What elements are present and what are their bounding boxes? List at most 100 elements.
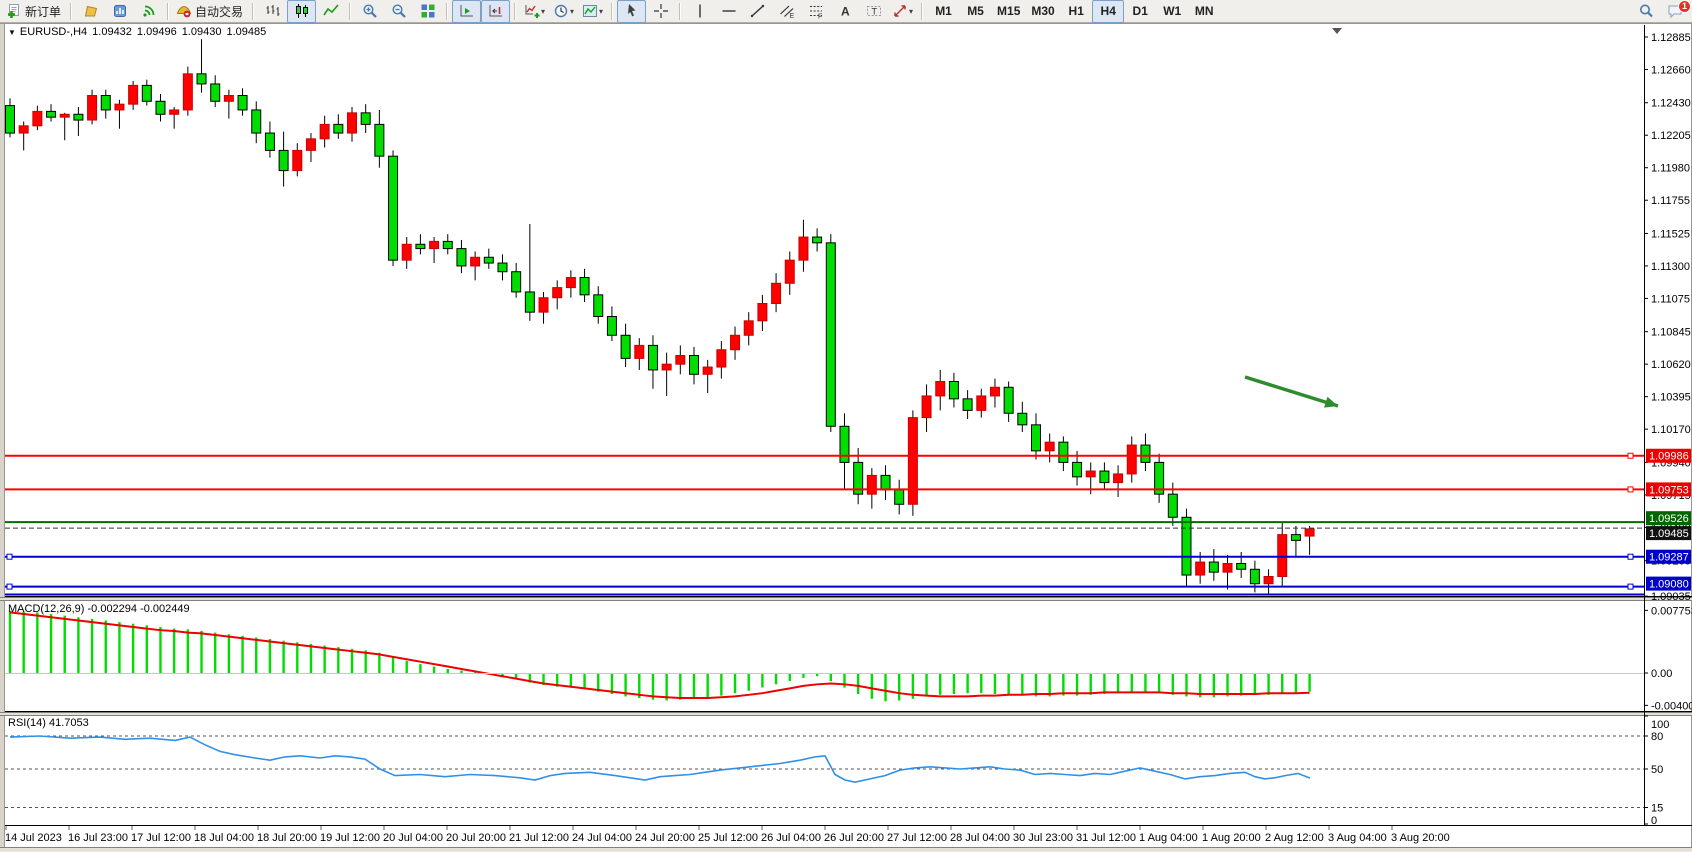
candlestick-chart-button[interactable] xyxy=(287,0,316,23)
price-line-label[interactable]: 1.09287 xyxy=(1646,550,1691,564)
toolbar-separator xyxy=(167,3,169,20)
svg-text:1.10620: 1.10620 xyxy=(1651,359,1691,371)
chat-button[interactable]: 1 xyxy=(1660,0,1689,23)
timeframe-mn-label: MN xyxy=(1195,4,1214,18)
line-icon xyxy=(323,3,339,19)
toolbar-separator xyxy=(679,3,681,20)
toolbar-separator xyxy=(514,3,516,20)
price-line-label[interactable]: 1.09485 xyxy=(1646,526,1691,540)
toolbar-separator xyxy=(70,3,72,20)
timeframe-m5[interactable]: M5 xyxy=(959,0,991,23)
date-label: 18 Jul 04:00 xyxy=(194,832,254,844)
dropdown-caret-icon: ▾ xyxy=(599,7,603,16)
timeframe-d1[interactable]: D1 xyxy=(1124,0,1156,23)
chart-shift-icon xyxy=(488,3,504,19)
price-chart-svg[interactable]: 1.128851.126601.124301.122051.119801.117… xyxy=(0,23,1692,851)
ohlc-values: 1.094321.094961.094301.09485 xyxy=(87,26,266,38)
arrows-button[interactable]: ▾ xyxy=(888,0,917,23)
price-line-label[interactable]: 1.09753 xyxy=(1646,482,1691,496)
toolbar-separator xyxy=(611,3,613,20)
timeframe-mn[interactable]: MN xyxy=(1188,0,1220,23)
close-value: 1.09485 xyxy=(226,26,266,38)
signals-button[interactable] xyxy=(134,0,163,23)
zoom-out-button[interactable] xyxy=(384,0,413,23)
zoom-in-button[interactable] xyxy=(355,0,384,23)
timeframe-h1-label: H1 xyxy=(1069,4,1084,18)
auto-scroll-icon xyxy=(459,3,475,19)
indicators-icon xyxy=(524,3,540,19)
crosshair-button[interactable] xyxy=(646,0,675,23)
date-label: 1 Aug 20:00 xyxy=(1202,832,1261,844)
timeframe-m1-label: M1 xyxy=(935,4,952,18)
macd-signal-line xyxy=(10,612,1310,698)
template-icon xyxy=(582,3,598,19)
date-label: 20 Jul 20:00 xyxy=(446,832,506,844)
periods-button[interactable]: ▾ xyxy=(549,0,578,23)
rsi-indicator-label: RSI(14) 41.7053 xyxy=(8,717,89,729)
bar-chart-button[interactable] xyxy=(258,0,287,23)
svg-text:1.11075: 1.11075 xyxy=(1651,293,1690,305)
toolbar-separator xyxy=(252,3,254,20)
channel-button[interactable]: E xyxy=(772,0,801,23)
svg-text:T: T xyxy=(871,7,877,17)
new-order-button-label: 新订单 xyxy=(25,3,61,20)
line-chart-button[interactable] xyxy=(316,0,345,23)
timeframe-h1[interactable]: H1 xyxy=(1060,0,1092,23)
text-button[interactable]: A xyxy=(830,0,859,23)
svg-text:1.09287: 1.09287 xyxy=(1649,552,1689,564)
svg-text:1.09986: 1.09986 xyxy=(1649,451,1689,463)
new-order-icon xyxy=(6,3,22,19)
price-line-label[interactable]: 1.09080 xyxy=(1646,577,1691,591)
timeframe-w1[interactable]: W1 xyxy=(1156,0,1188,23)
toolbar-separator xyxy=(349,3,351,20)
fibonacci-button[interactable]: F xyxy=(801,0,830,23)
horizontal-line-button[interactable] xyxy=(714,0,743,23)
svg-text:0.00: 0.00 xyxy=(1651,668,1672,680)
timeframe-h4[interactable]: H4 xyxy=(1092,0,1124,23)
templates-button[interactable]: ▾ xyxy=(578,0,607,23)
search-icon xyxy=(1638,3,1654,19)
rsi-value: 41.7053 xyxy=(49,717,89,729)
label-button[interactable]: T xyxy=(859,0,888,23)
price-line-label[interactable]: 1.09526 xyxy=(1646,511,1691,525)
tile-windows-button[interactable] xyxy=(413,0,442,23)
chart-shift-button[interactable] xyxy=(481,0,510,23)
search-button[interactable] xyxy=(1631,0,1660,23)
timeframe-m15[interactable]: M15 xyxy=(991,0,1025,23)
svg-text:1.10395: 1.10395 xyxy=(1651,392,1691,404)
dropdown-caret-icon: ▾ xyxy=(909,7,913,16)
new-order-button[interactable]: 新订单 xyxy=(3,0,66,23)
svg-text:1.09080: 1.09080 xyxy=(1649,579,1689,591)
annotations[interactable] xyxy=(1245,28,1342,408)
svg-text:1.09526: 1.09526 xyxy=(1649,513,1689,525)
chart-profile-button[interactable] xyxy=(76,0,105,23)
cursor-button[interactable] xyxy=(617,0,646,23)
candles-icon xyxy=(294,3,310,19)
svg-text:1.12885: 1.12885 xyxy=(1651,32,1691,44)
chart-window[interactable]: 1.128851.126601.124301.122051.119801.117… xyxy=(0,23,1692,851)
timeframe-m1[interactable]: M1 xyxy=(927,0,959,23)
auto-trading-button[interactable]: 自动交易 xyxy=(173,0,248,23)
svg-text:1.09485: 1.09485 xyxy=(1649,528,1689,540)
collapse-chart-icon[interactable]: ▼ xyxy=(8,28,16,37)
market-depth-button[interactable] xyxy=(105,0,134,23)
svg-text:1.11300: 1.11300 xyxy=(1651,261,1690,273)
tiles-icon xyxy=(420,3,436,19)
price-line-label[interactable]: 1.09986 xyxy=(1646,449,1691,463)
chart-title: ▼EURUSD-,H41.094321.094961.094301.09485 xyxy=(8,26,266,38)
horizontal-lines[interactable]: 1.09986 1.09753 1.09526 1.09485 1.09287 1.090… xyxy=(5,449,1691,595)
date-label: 1 Aug 04:00 xyxy=(1139,832,1198,844)
auto-scroll-button[interactable] xyxy=(452,0,481,23)
bars-icon xyxy=(265,3,281,19)
date-label: 19 Jul 12:00 xyxy=(320,832,380,844)
indicators-button[interactable]: ▾ xyxy=(520,0,549,23)
vertical-line-button[interactable] xyxy=(685,0,714,23)
trendline-button[interactable] xyxy=(743,0,772,23)
chart-shift-marker-icon[interactable] xyxy=(1332,28,1342,34)
svg-text:F: F xyxy=(818,14,822,20)
trend-arrow[interactable] xyxy=(1245,377,1338,406)
svg-text:1.11755: 1.11755 xyxy=(1651,195,1690,207)
signal-icon xyxy=(141,3,157,19)
timeframe-m30[interactable]: M30 xyxy=(1025,0,1059,23)
date-label: 25 Jul 12:00 xyxy=(698,832,758,844)
